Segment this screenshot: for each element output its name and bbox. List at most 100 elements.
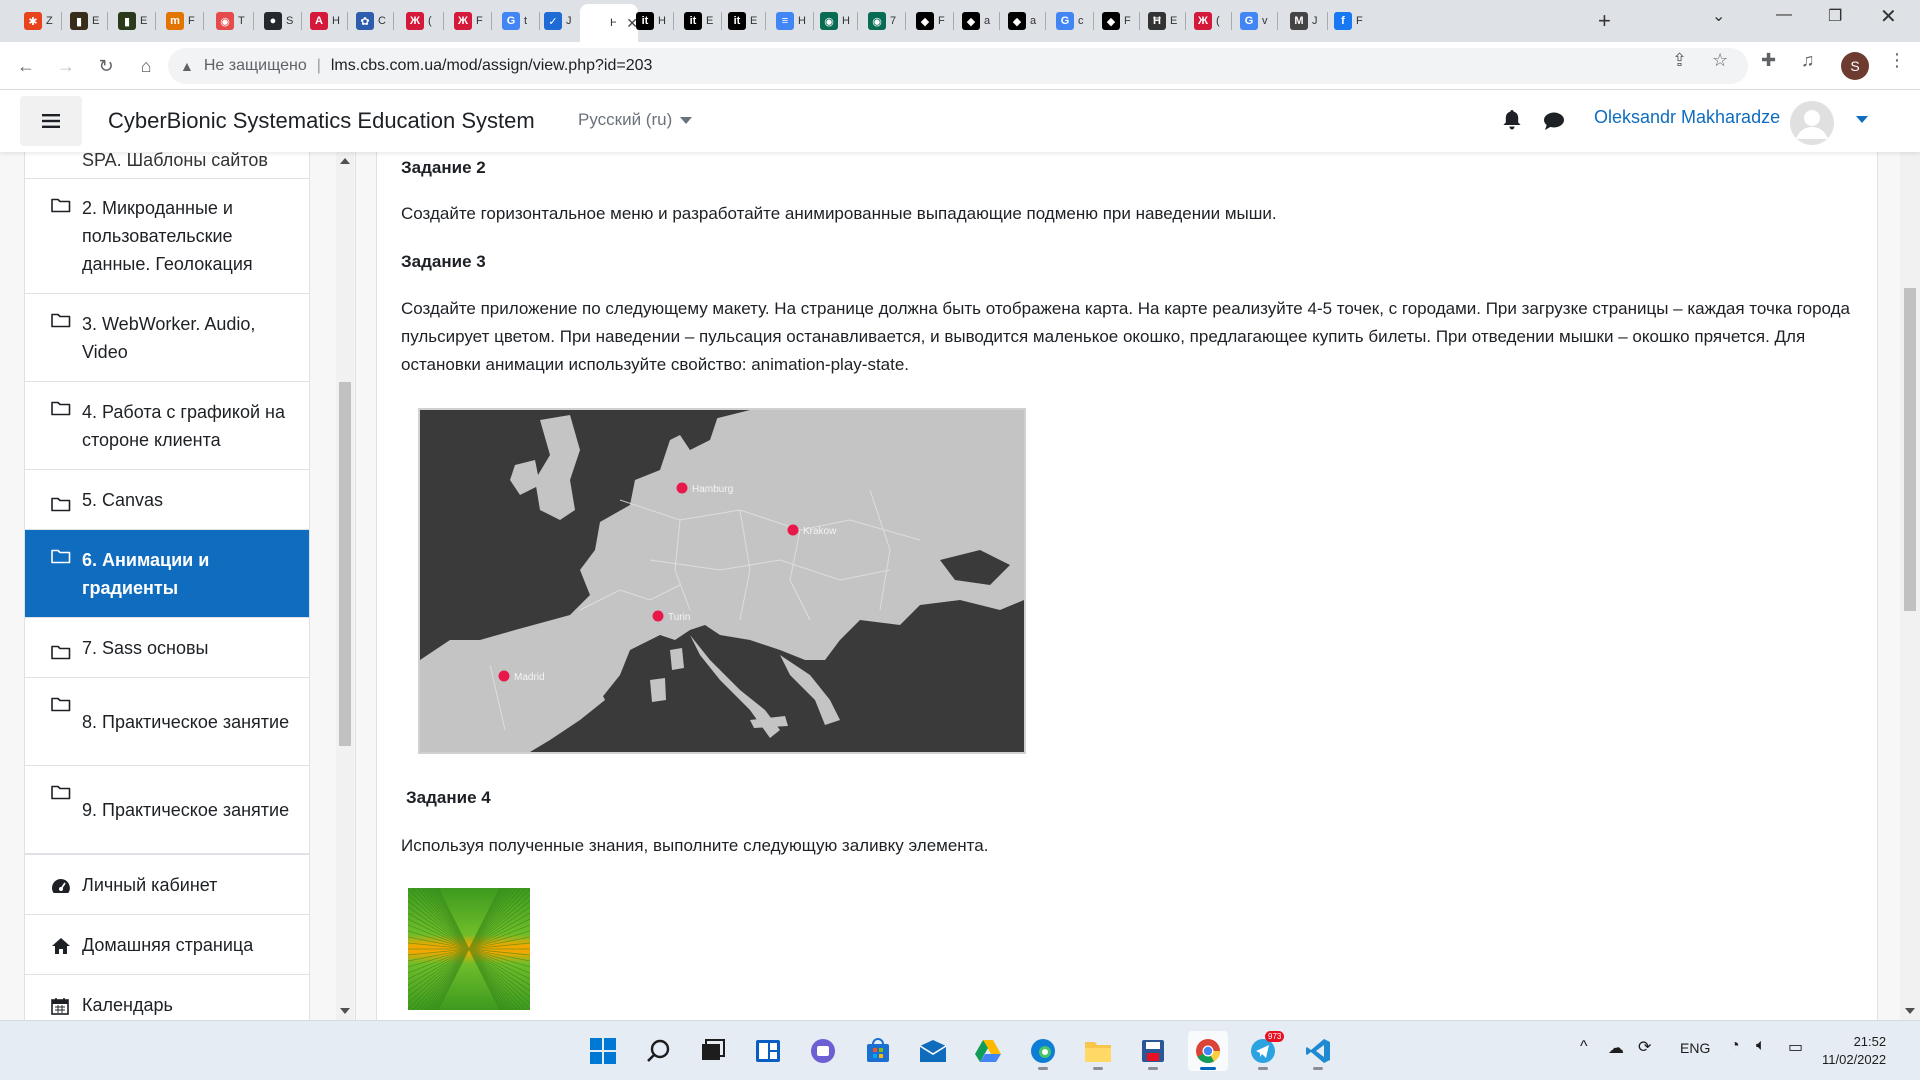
- sidebar-item[interactable]: 8. Практическое занятие: [25, 678, 309, 766]
- browser-tab[interactable]: ▮ E: [62, 6, 106, 36]
- battery-icon[interactable]: ▭: [1788, 1037, 1803, 1057]
- browser-tab[interactable]: Ж(: [398, 6, 442, 36]
- language-menu[interactable]: Русский (ru): [578, 110, 693, 130]
- url-text[interactable]: lms.cbs.com.ua/mod/assign/view.php?id=20…: [331, 57, 653, 75]
- start-taskbar-button[interactable]: [583, 1031, 623, 1071]
- browser-tab[interactable]: ◆ a: [1000, 6, 1044, 36]
- sidebar-link[interactable]: Личный кабинет: [25, 855, 309, 915]
- sidebar-link[interactable]: Календарь: [25, 975, 309, 1020]
- minimize-icon[interactable]: —: [1776, 6, 1792, 24]
- address-bar[interactable]: ▲ Не защищено | lms.cbs.com.ua/mod/assig…: [168, 48, 1748, 84]
- browser-tab[interactable]: it H: [628, 6, 672, 36]
- drawer-scrollbar[interactable]: [336, 152, 354, 1020]
- scroll-up-icon[interactable]: [340, 158, 350, 164]
- browser-tab[interactable]: ◉ H: [812, 6, 856, 36]
- language-label[interactable]: Русский (ru): [578, 110, 672, 129]
- maximize-icon[interactable]: ❐: [1828, 6, 1842, 26]
- browser-tab[interactable]: it E: [720, 6, 764, 36]
- drawer-toggle-button[interactable]: [20, 96, 82, 146]
- extensions-icon[interactable]: ✚: [1761, 50, 1776, 71]
- search-taskbar-button[interactable]: [638, 1031, 678, 1071]
- bookmark-star-icon[interactable]: ☆: [1712, 50, 1728, 71]
- browser-tab[interactable]: ✱ Z: [16, 6, 60, 36]
- profile-avatar[interactable]: S: [1841, 52, 1869, 80]
- browser-tab[interactable]: Ж(: [1186, 6, 1230, 36]
- browser-tab[interactable]: ● S: [256, 6, 300, 36]
- widgets-taskbar-button[interactable]: [748, 1031, 788, 1071]
- browser-tab[interactable]: ✓ J: [536, 6, 580, 36]
- forward-icon[interactable]: →: [52, 52, 80, 80]
- browser-tab[interactable]: it E: [676, 6, 720, 36]
- media-control-icon[interactable]: ♫: [1801, 50, 1815, 71]
- new-tab-button[interactable]: +: [1598, 8, 1611, 34]
- browser-tab[interactable]: MJ: [1282, 6, 1326, 36]
- google-drive-taskbar-button[interactable]: [968, 1031, 1008, 1071]
- teams-chat-taskbar-button[interactable]: [803, 1031, 843, 1071]
- browser-tab[interactable]: AH: [302, 6, 346, 36]
- user-avatar[interactable]: [1790, 101, 1834, 145]
- browser-tab[interactable]: ◉ 7: [860, 6, 904, 36]
- share-icon[interactable]: ⇪: [1672, 50, 1687, 71]
- browser-tab[interactable]: Gt: [494, 6, 538, 36]
- mail-taskbar-button[interactable]: [913, 1031, 953, 1071]
- browser-tab[interactable]: ◆ a: [954, 6, 998, 36]
- browser-tab[interactable]: ЖF: [446, 6, 490, 36]
- sidebar-item[interactable]: 4. Работа с графикой на стороне клиента: [25, 382, 309, 470]
- browser-menu-icon[interactable]: ⋮: [1888, 50, 1906, 71]
- wifi-icon[interactable]: ◔: [1730, 1037, 1740, 1055]
- browser-tab[interactable]: ≡ H: [768, 6, 812, 36]
- drawer-scroll-thumb[interactable]: [339, 382, 351, 746]
- page-scroll-thumb[interactable]: [1904, 288, 1916, 611]
- sidebar-item[interactable]: 3. WebWorker. Audio, Video: [25, 294, 309, 382]
- sidebar-item[interactable]: 9. Практическое занятие: [25, 766, 309, 854]
- browser-tab[interactable]: ◆ F: [908, 6, 952, 36]
- tab-separator: [203, 12, 204, 30]
- insecure-label[interactable]: Не защищено: [204, 57, 307, 75]
- browser-tab[interactable]: fF: [1326, 6, 1370, 36]
- back-icon[interactable]: ←: [12, 52, 40, 80]
- tab-title: T: [238, 15, 245, 27]
- messages-icon[interactable]: [1543, 112, 1565, 135]
- sidebar-item[interactable]: 5. Canvas: [25, 470, 309, 530]
- tab-search-icon[interactable]: ⌄: [1712, 6, 1725, 26]
- sidebar-item-spa[interactable]: SPA. Шаблоны сайтов: [25, 152, 309, 179]
- warning-icon[interactable]: ▲: [180, 58, 194, 74]
- sidebar-item[interactable]: 7. Sass основы: [25, 618, 309, 678]
- browser-tab[interactable]: ▮ E: [110, 6, 154, 36]
- close-window-icon[interactable]: ✕: [1880, 4, 1897, 29]
- user-menu-caret-icon[interactable]: [1856, 116, 1868, 123]
- sidebar-link[interactable]: Домашняя страница: [25, 915, 309, 975]
- browser-tab[interactable]: Gv: [1232, 6, 1276, 36]
- home-icon[interactable]: ⌂: [132, 52, 160, 80]
- sidebar-item-active[interactable]: 6. Анимации и градиенты: [25, 530, 309, 618]
- system-clock[interactable]: 21:52 11/02/2022: [1822, 1033, 1886, 1069]
- volume-icon[interactable]: 🔈︎: [1756, 1037, 1766, 1055]
- tab-title: H: [842, 15, 850, 27]
- browser-tab[interactable]: mF: [158, 6, 202, 36]
- sidebar-item[interactable]: 2. Микроданные и пользовательские данные…: [25, 179, 309, 294]
- edge-taskbar-button[interactable]: [1023, 1031, 1063, 1071]
- browser-tab[interactable]: Gc: [1048, 6, 1092, 36]
- telegram-taskbar-button[interactable]: 973: [1243, 1031, 1285, 1071]
- save-taskbar-button[interactable]: [1133, 1031, 1173, 1071]
- file-explorer-taskbar-button[interactable]: [1078, 1031, 1118, 1071]
- page-scrollbar[interactable]: [1900, 90, 1920, 1020]
- browser-tab[interactable]: ◉ T: [208, 6, 252, 36]
- tray-overflow-icon[interactable]: ^: [1580, 1038, 1588, 1056]
- onedrive-icon[interactable]: ☁: [1608, 1038, 1624, 1058]
- task-view-taskbar-button[interactable]: [693, 1031, 733, 1071]
- vscode-taskbar-button[interactable]: [1298, 1031, 1338, 1071]
- site-name[interactable]: CyberBionic Systematics Education System: [108, 108, 535, 134]
- chrome-taskbar-button[interactable]: [1188, 1031, 1228, 1071]
- page-scroll-down-icon[interactable]: [1905, 1008, 1915, 1014]
- user-name[interactable]: Oleksandr Makharadze: [1594, 107, 1780, 128]
- scroll-down-icon[interactable]: [340, 1008, 350, 1014]
- sync-icon[interactable]: ⟳: [1638, 1037, 1651, 1057]
- browser-tab[interactable]: ĦE: [1140, 6, 1184, 36]
- browser-tab[interactable]: ◆ F: [1094, 6, 1138, 36]
- input-language[interactable]: ENG: [1680, 1040, 1710, 1056]
- notifications-icon[interactable]: [1503, 110, 1521, 135]
- reload-icon[interactable]: ↻: [92, 52, 120, 80]
- browser-tab[interactable]: ✿ C: [348, 6, 392, 36]
- store-taskbar-button[interactable]: [858, 1031, 898, 1071]
